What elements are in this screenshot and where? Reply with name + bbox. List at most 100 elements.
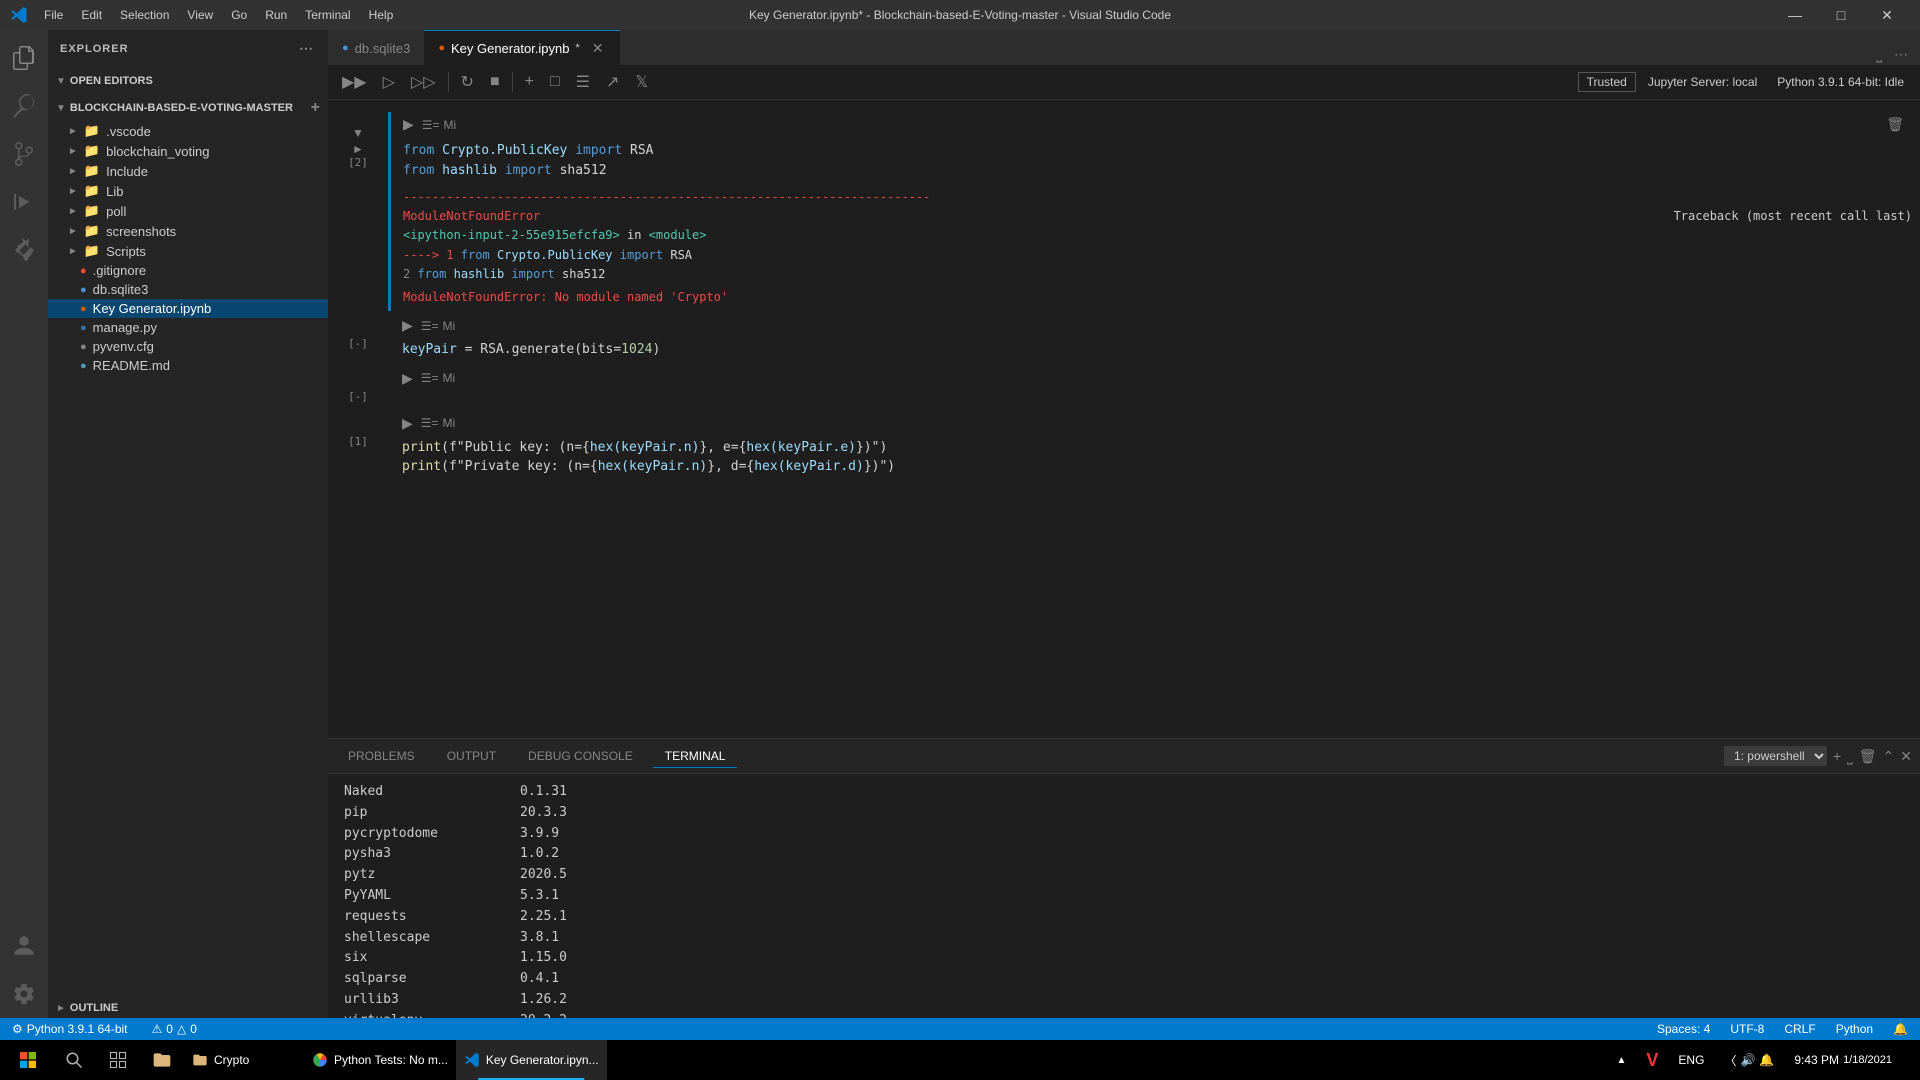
activity-search-icon[interactable] (0, 82, 48, 130)
status-errors[interactable]: ⚠ 0 △ 0 (148, 1022, 201, 1036)
status-language[interactable]: Python (1832, 1022, 1877, 1036)
tray-vivaldi-icon[interactable]: V (1638, 1040, 1666, 1080)
taskbar-app-crypto[interactable]: Crypto (184, 1040, 304, 1080)
menu-help[interactable]: Help (361, 6, 402, 24)
tab-output[interactable]: OUTPUT (435, 745, 508, 767)
taskbar-app-python-tests[interactable]: Python Tests: No m... (304, 1040, 456, 1080)
status-line-ending[interactable]: CRLF (1780, 1022, 1819, 1036)
tab-key-generator[interactable]: ● Key Generator.ipynb * ✕ (424, 30, 619, 65)
status-notifications[interactable]: 🔔 (1889, 1022, 1912, 1036)
taskbar-search[interactable] (52, 1040, 96, 1080)
cell-format-button-empty[interactable]: ☰= (421, 371, 439, 385)
menu-run[interactable]: Run (257, 6, 295, 24)
open-editors-header[interactable]: ▼ Open Editors (48, 71, 328, 91)
outline-section[interactable]: ► Outline (48, 998, 328, 1018)
sidebar-item-scripts[interactable]: ► 📁 Scripts (48, 241, 328, 261)
activity-run-icon[interactable] (0, 178, 48, 226)
close-panel-icon[interactable]: ✕ (1900, 748, 1912, 765)
tab-terminal[interactable]: TERMINAL (653, 745, 738, 768)
tray-lang[interactable]: ENG (1670, 1040, 1712, 1080)
sidebar-item-blockchain-voting[interactable]: ► 📁 blockchain_voting (48, 141, 328, 161)
activity-extensions-icon[interactable] (0, 226, 48, 274)
cell-delete-button-2[interactable]: 🗑 (1878, 114, 1912, 135)
menu-terminal[interactable]: Terminal (297, 6, 358, 24)
sidebar-item-key-generator[interactable]: ● Key Generator.ipynb (48, 299, 328, 318)
split-editor-icon[interactable]: ⎵ (1872, 44, 1886, 65)
restart-button[interactable]: ↻ (455, 69, 480, 95)
more-actions-icon[interactable]: ⋯ (1890, 44, 1912, 65)
menu-selection[interactable]: Selection (112, 6, 177, 24)
tab-bar-actions[interactable]: ⎵ ⋯ (1872, 44, 1920, 65)
cell-format-button-rsa[interactable]: ☰= (421, 319, 439, 333)
add-cell-button[interactable]: + (519, 70, 540, 94)
expand-icon[interactable]: ► (352, 142, 364, 156)
cell-format-button[interactable]: ☰= (422, 118, 440, 132)
cell-run-button-print[interactable]: ▶ (402, 415, 413, 432)
split-terminal-icon[interactable]: ⎵ (1847, 748, 1853, 765)
taskbar-clock[interactable]: 9:43 PM 1/18/2021 (1786, 1040, 1900, 1080)
cell-toolbar-2[interactable]: ▶ ☰= Mi 🗑 (395, 112, 1920, 137)
sidebar-item-db-sqlite3[interactable]: ● db.sqlite3 (48, 280, 328, 299)
window-controls[interactable]: — □ ✕ (1772, 0, 1910, 30)
tab-close-button[interactable]: ✕ (590, 40, 606, 56)
tray-up-arrow-icon[interactable]: ▲ (1617, 1055, 1627, 1066)
taskbar-app-vscode[interactable]: Key Generator.ipyn... (456, 1040, 607, 1080)
new-file-button[interactable]: + (311, 99, 320, 117)
status-python[interactable]: ⚙ Python 3.9.1 64-bit (8, 1022, 132, 1036)
menu-go[interactable]: Go (223, 6, 255, 24)
activity-explorer-icon[interactable] (0, 34, 48, 82)
maximize-button[interactable]: □ (1818, 0, 1864, 30)
activity-source-control-icon[interactable] (0, 130, 48, 178)
sidebar-item-lib[interactable]: ► 📁 Lib (48, 181, 328, 201)
jupyter-server-label[interactable]: Jupyter Server: local (1640, 73, 1765, 91)
start-button[interactable] (4, 1040, 52, 1080)
terminal-instance-select[interactable]: 1: powershell (1724, 746, 1827, 766)
taskbar-explorer[interactable] (140, 1040, 184, 1080)
sidebar-item-vscode[interactable]: ► 📁 .vscode (48, 121, 328, 141)
export-button[interactable]: ↗ (600, 69, 625, 95)
activity-account-icon[interactable] (0, 922, 48, 970)
new-terminal-icon[interactable]: + (1833, 748, 1841, 764)
project-header[interactable]: ▼ BLOCKCHAIN-BASED-E-VOTING-MASTER + (48, 95, 328, 121)
tray-icons[interactable]: ▲ (1609, 1040, 1635, 1080)
show-desktop-button[interactable] (1904, 1040, 1908, 1080)
variables-button[interactable]: 𝕏 (629, 69, 654, 95)
title-bar-menu[interactable]: File Edit Selection View Go Run Terminal… (36, 6, 401, 24)
sidebar-item-screenshots[interactable]: ► 📁 screenshots (48, 221, 328, 241)
cell-format-button-print[interactable]: ☰= (421, 416, 439, 430)
run-below-button[interactable]: ▷▷ (405, 69, 442, 95)
minimize-button[interactable]: — (1772, 0, 1818, 30)
terminal-content[interactable]: Naked 0.1.31 pip 20.3.3 pycryptodome 3.9… (328, 774, 1920, 1018)
sidebar-item-include[interactable]: ► 📁 Include (48, 161, 328, 181)
terminal-header-actions[interactable]: 1: powershell + ⎵ 🗑 ⌃ ✕ (1724, 746, 1912, 766)
sidebar-item-manage-py[interactable]: ● manage.py (48, 318, 328, 337)
menu-edit[interactable]: Edit (73, 6, 110, 24)
cell-run-button-rsa[interactable]: ▶ (402, 317, 413, 334)
tab-db-sqlite3[interactable]: ● db.sqlite3 (328, 30, 424, 65)
menu-view[interactable]: View (179, 6, 221, 24)
status-spaces[interactable]: Spaces: 4 (1653, 1022, 1714, 1036)
sidebar-item-readme[interactable]: ● README.md (48, 356, 328, 375)
tab-debug-console[interactable]: DEBUG CONSOLE (516, 745, 645, 767)
taskbar-task-view[interactable] (96, 1040, 140, 1080)
interrupt-button[interactable]: ■ (484, 70, 506, 94)
sidebar-item-poll[interactable]: ► 📁 poll (48, 201, 328, 221)
cell-toolbar-print[interactable]: ▶ ☰= Mi (394, 413, 1920, 434)
clear-outputs-button[interactable]: □ (544, 70, 566, 94)
status-encoding[interactable]: UTF-8 (1726, 1022, 1768, 1036)
trusted-button[interactable]: Trusted (1578, 72, 1636, 92)
cell-toolbar-empty[interactable]: ▶ ☰= Mi (394, 368, 1920, 389)
sidebar-header-actions[interactable]: ⋯ (297, 38, 316, 59)
tab-problems[interactable]: PROBLEMS (336, 745, 427, 767)
run-above-button[interactable]: ▷ (377, 69, 401, 95)
menu-file[interactable]: File (36, 6, 71, 24)
format-button[interactable]: ☰ (570, 69, 596, 95)
sidebar-item-pyvenv[interactable]: ● pyvenv.cfg (48, 337, 328, 356)
collapse-icon[interactable]: ▼ (352, 126, 364, 140)
kernel-label[interactable]: Python 3.9.1 64-bit: Idle (1769, 73, 1912, 91)
run-all-button[interactable]: ▶▶ (336, 69, 373, 95)
maximize-panel-icon[interactable]: ⌃ (1883, 748, 1895, 765)
sidebar-item-gitignore[interactable]: ● .gitignore (48, 261, 328, 280)
tray-icons-2[interactable]: 〈 🔊 🔔 (1716, 1040, 1782, 1080)
close-button[interactable]: ✕ (1864, 0, 1910, 30)
